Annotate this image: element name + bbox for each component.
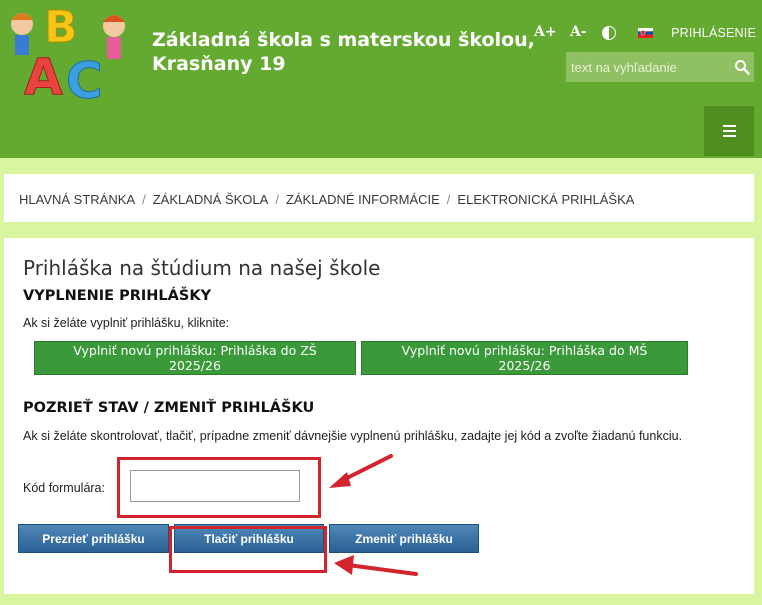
login-link[interactable]: PRIHLÁSENIE: [671, 26, 756, 40]
accessibility-toolbar: A+ A- PRIHLÁSENIE: [530, 24, 756, 44]
form-code-label: Kód formulára:: [23, 481, 105, 495]
breadcrumb-separator: /: [446, 192, 451, 207]
fill-section-heading: VYPLNENIE PRIHLÁŠKY: [23, 288, 212, 304]
view-section-text: Ak si želáte skontrolovať, tlačiť, prípa…: [23, 429, 683, 443]
svg-text:A: A: [24, 48, 63, 102]
page-title: Prihláška na štúdium na našej škole: [23, 256, 381, 280]
annotation-arrow-icon: [334, 555, 418, 576]
view-section-heading: POZRIEŤ STAV / ZMENIŤ PRIHLÁŠKU: [23, 400, 315, 416]
search-icon[interactable]: [734, 59, 750, 75]
menu-bar: [723, 130, 736, 132]
main-content: Prihláška na štúdium na našej škole VYPL…: [4, 238, 754, 594]
slovak-flag-icon[interactable]: [638, 28, 653, 38]
site-header: B A C Základná škola s materskou školou,…: [0, 0, 762, 158]
site-title-line-2: Krasňany 19: [152, 53, 286, 75]
annotation-highlight-box: [117, 457, 321, 518]
breadcrumb-separator: /: [275, 192, 279, 207]
fill-section-text: Ak si želáte vyplniť prihlášku, kliknite…: [23, 316, 230, 330]
annotation-highlight-box: [169, 526, 327, 573]
school-logo[interactable]: B A C: [4, 2, 132, 102]
breadcrumb-current: ELEKTRONICKÁ PRIHLÁŠKA: [457, 192, 635, 207]
contrast-icon[interactable]: [602, 26, 616, 40]
search-box: [566, 52, 754, 82]
new-application-ms-button[interactable]: Vyplniť novú prihlášku: Prihláška do MŠ …: [361, 341, 688, 375]
breadcrumb-separator: /: [142, 192, 146, 207]
site-title-line-1: Základná škola s materskou školou,: [152, 29, 535, 51]
new-application-zs-button[interactable]: Vyplniť novú prihlášku: Prihláška do ZŠ …: [34, 341, 356, 375]
breadcrumb-home[interactable]: HLAVNÁ STRÁNKA: [19, 192, 135, 207]
breadcrumb-basic-info[interactable]: ZÁKLADNÉ INFORMÁCIE: [286, 192, 440, 207]
breadcrumb-container: HLAVNÁ STRÁNKA / ZÁKLADNÁ ŠKOLA / ZÁKLADNÉ I…: [4, 174, 754, 222]
font-increase-button[interactable]: A+: [534, 24, 557, 40]
breadcrumb-elementary-school[interactable]: ZÁKLADNÁ ŠKOLA: [153, 192, 269, 207]
menu-bar: [723, 135, 736, 137]
breadcrumb: HLAVNÁ STRÁNKA / ZÁKLADNÁ ŠKOLA / ZÁKLADNÉ I…: [19, 192, 634, 207]
site-title[interactable]: Základná škola s materskou školou, Krasň…: [152, 28, 535, 76]
view-application-button[interactable]: Prezrieť prihlášku: [18, 524, 169, 553]
svg-text:B: B: [44, 2, 78, 53]
menu-bar: [723, 125, 736, 127]
hamburger-menu-icon[interactable]: [704, 106, 754, 156]
annotation-arrow-icon: [329, 454, 393, 488]
search-input[interactable]: [566, 52, 716, 82]
font-decrease-button[interactable]: A-: [570, 24, 587, 40]
svg-text:C: C: [66, 52, 103, 102]
